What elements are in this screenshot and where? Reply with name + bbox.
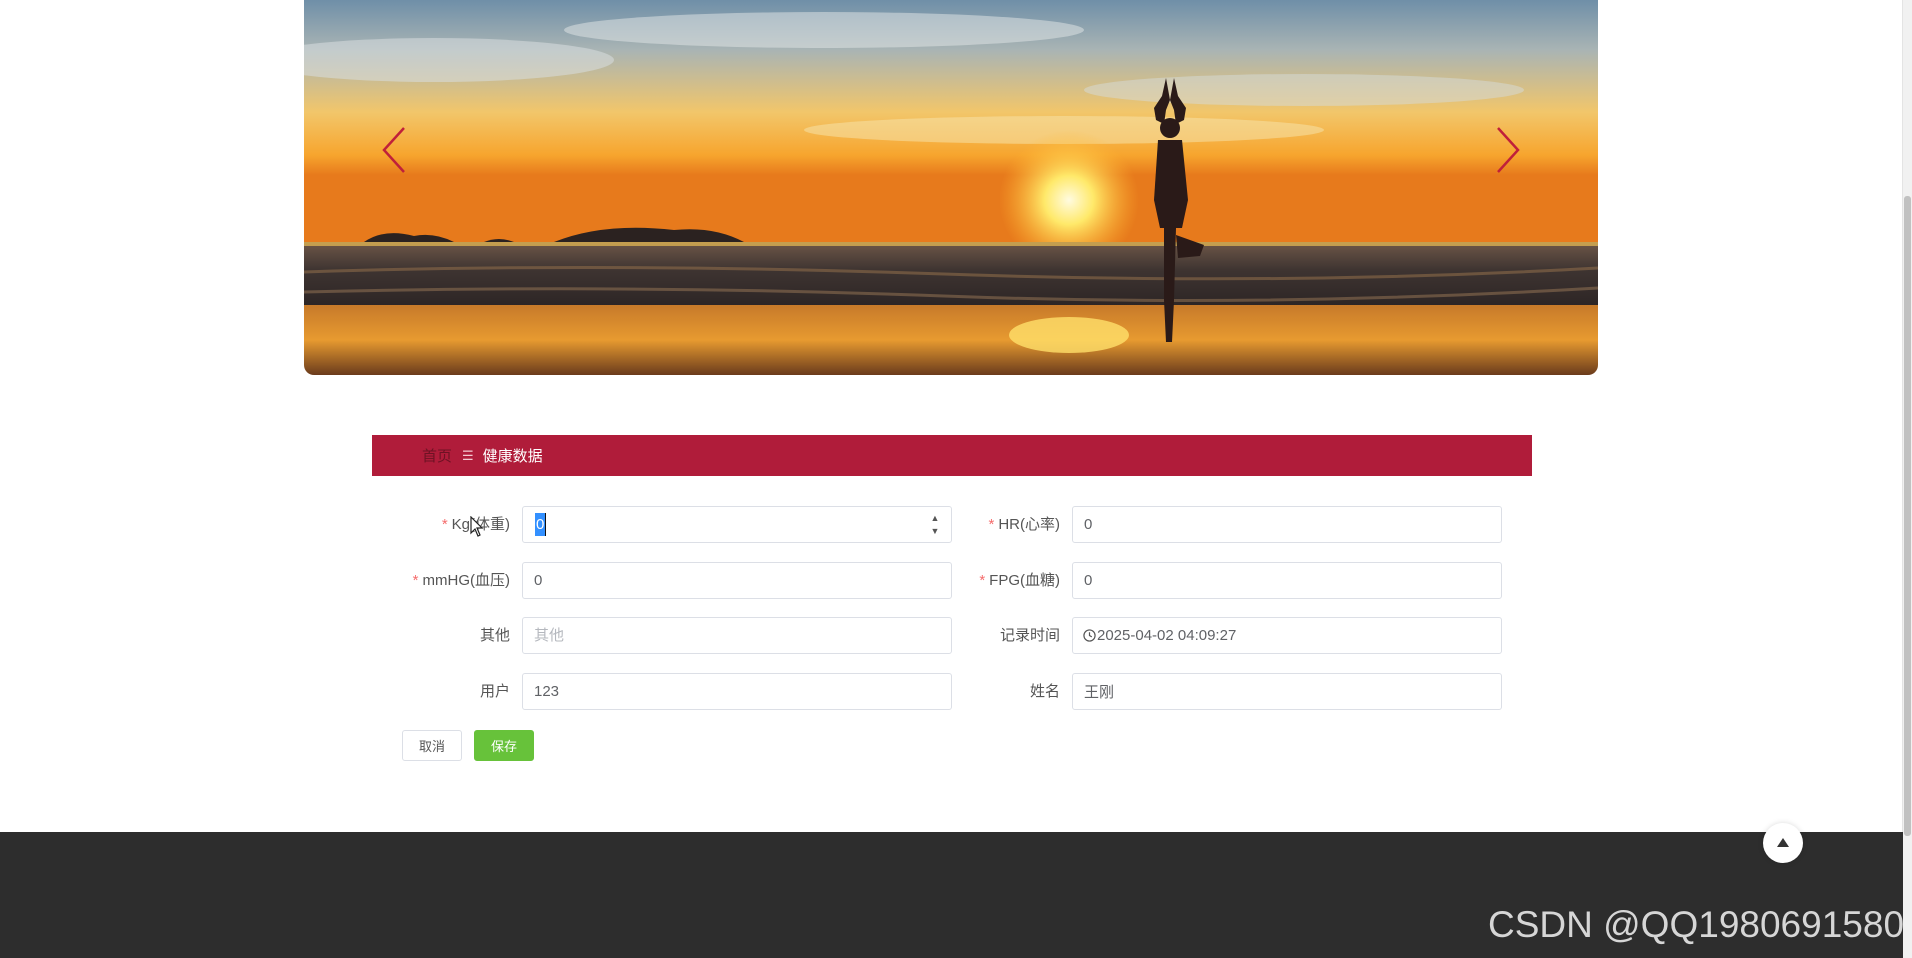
form-row-weight-hr: * Kg(体重) 0 ▲ ▼ * HR(心率) (0, 506, 1912, 543)
form-row-bp-fpg: *mmHG(血压) *FPG(血糖) (0, 562, 1912, 599)
weight-input[interactable]: 0 ▲ ▼ (522, 506, 952, 543)
fpg-input[interactable] (1072, 562, 1502, 599)
required-asterisk: * (412, 572, 419, 589)
banner-carousel (304, 0, 1598, 375)
required-asterisk: * (988, 516, 995, 533)
fpg-label: * FPG(血糖) (979, 572, 1060, 589)
bp-label: * mmHG(血压) (412, 572, 510, 589)
user-field[interactable] (523, 674, 951, 709)
other-field[interactable] (523, 618, 951, 653)
name-label: 姓名 (1029, 683, 1060, 700)
carousel-prev-button[interactable] (378, 124, 418, 176)
fpg-field[interactable] (1073, 563, 1501, 598)
other-input[interactable] (522, 617, 952, 654)
breadcrumb: 首页 ☰ 健康数据 (372, 435, 1532, 476)
back-to-top-button[interactable] (1763, 823, 1803, 863)
breadcrumb-separator: ☰ (462, 447, 474, 463)
user-input[interactable] (522, 673, 952, 710)
cancel-button[interactable]: 取消 (402, 730, 462, 761)
weight-label: * Kg(体重) (441, 516, 510, 533)
required-asterisk: * (441, 516, 448, 533)
save-button[interactable]: 保存 (474, 730, 534, 761)
required-asterisk: * (979, 572, 986, 589)
hr-label: * HR(心率) (988, 516, 1061, 533)
user-label: 用户 (479, 683, 510, 700)
banner-image (304, 0, 1598, 375)
watermark: CSDN @QQ1980691580 (1488, 904, 1905, 945)
form-row-user-name: 用户 姓名 (0, 673, 1912, 710)
breadcrumb-home[interactable]: 首页 (422, 445, 452, 466)
chevron-right-icon (1497, 127, 1520, 173)
bp-field[interactable] (523, 563, 951, 598)
bp-input[interactable] (522, 562, 952, 599)
record-time-picker[interactable]: 2025-04-02 04:09:27 (1072, 617, 1502, 654)
record-time-label: 记录时间 (999, 627, 1060, 644)
clock-icon (1083, 629, 1096, 642)
page-scrollbar[interactable] (1902, 0, 1912, 958)
name-field[interactable] (1073, 674, 1501, 709)
weight-value-selected[interactable]: 0 (535, 513, 547, 536)
breadcrumb-current: 健康数据 (482, 448, 543, 465)
chevron-left-icon (382, 127, 405, 173)
carousel-next-button[interactable] (1484, 124, 1524, 176)
caret-up-icon (1777, 838, 1789, 847)
name-input[interactable] (1072, 673, 1502, 710)
other-label: 其他 (479, 627, 510, 644)
mouse-cursor-icon (470, 516, 484, 537)
record-time-value: 2025-04-02 04:09:27 (1097, 627, 1237, 644)
hr-field[interactable] (1073, 507, 1501, 542)
form-row-other-time: 其他 记录时间 2025-04-02 04:09:27 (0, 617, 1912, 654)
hr-input[interactable] (1072, 506, 1502, 543)
